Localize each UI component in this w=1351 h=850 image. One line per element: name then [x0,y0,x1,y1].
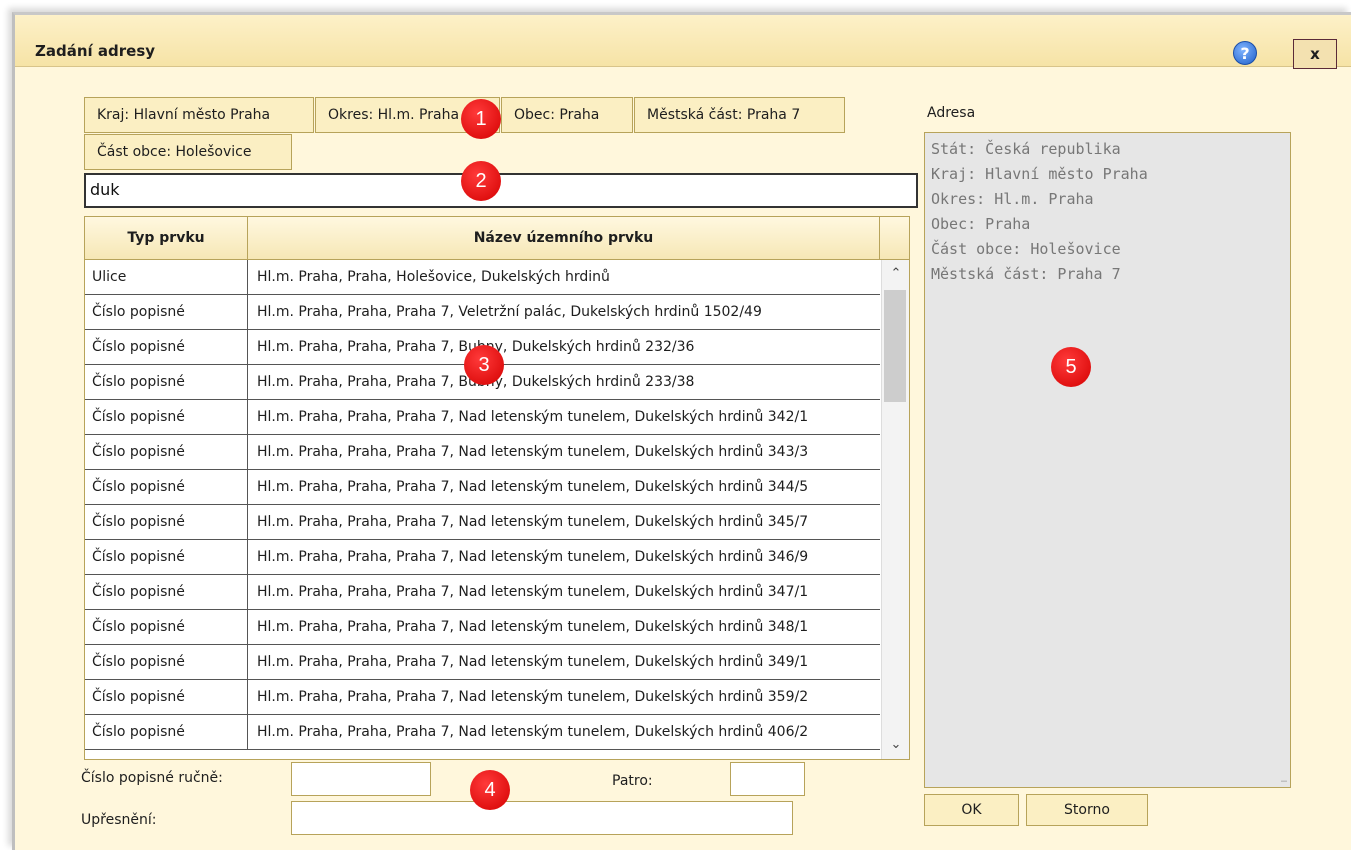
patro-input[interactable] [730,762,805,796]
cell-name: Hl.m. Praha, Praha, Praha 7, Bubny, Duke… [257,374,695,390]
filter-chip-kraj[interactable]: Kraj: Hlavní město Praha [84,97,314,133]
table-row[interactable]: Číslo popisné Hl.m. Praha, Praha, Praha 7… [85,610,880,645]
cell-type: Číslo popisné [85,610,248,644]
table-row[interactable]: Ulice Hl.m. Praha, Praha, Holešovice, Duk… [85,260,880,295]
callout-marker: 5 [1051,347,1091,387]
address-label: Adresa [927,105,976,121]
table-row[interactable]: Číslo popisné Hl.m. Praha, Praha, Praha 7… [85,715,880,750]
table-row[interactable]: Číslo popisné Hl.m. Praha, Praha, Praha 7… [85,435,880,470]
search-input[interactable]: duk [84,173,918,208]
callout-marker: 3 [464,345,504,385]
scroll-up-icon[interactable]: ⌃ [882,262,909,286]
cell-name: Hl.m. Praha, Praha, Praha 7, Nad letensk… [257,584,809,600]
filter-chip-cast-obce[interactable]: Část obce: Holešovice [84,134,292,170]
cell-name: Hl.m. Praha, Praha, Praha 7, Nad letensk… [257,654,809,670]
cell-name: Hl.m. Praha, Praha, Praha 7, Veletržní p… [257,304,762,320]
callout-marker: 2 [461,161,501,201]
callout-marker: 1 [461,99,501,139]
results-grid: Typ prvku Název územního prvku Ulice Hl.m… [84,216,910,760]
cell-type: Číslo popisné [85,295,248,329]
address-preview: Stát: Česká republika Kraj: Hlavní město… [924,132,1291,788]
help-icon[interactable]: ? [1233,41,1257,65]
cell-type: Číslo popisné [85,505,248,539]
grid-rows: Ulice Hl.m. Praha, Praha, Holešovice, Duk… [85,260,880,750]
cell-name: Hl.m. Praha, Praha, Praha 7, Nad letensk… [257,689,809,705]
cell-name: Hl.m. Praha, Praha, Praha 7, Nad letensk… [257,619,809,635]
cell-type: Číslo popisné [85,330,248,364]
filter-chip-obec[interactable]: Obec: Praha [501,97,633,133]
cell-name: Hl.m. Praha, Praha, Praha 7, Nad letensk… [257,409,809,425]
cancel-button[interactable]: Storno [1026,794,1148,826]
table-row[interactable]: Číslo popisné Hl.m. Praha, Praha, Praha 7… [85,505,880,540]
table-row[interactable]: Číslo popisné Hl.m. Praha, Praha, Praha 7… [85,680,880,715]
column-header-name[interactable]: Název územního prvku [248,217,880,260]
address-line: Část obce: Holešovice [931,240,1121,258]
table-row[interactable]: Číslo popisné Hl.m. Praha, Praha, Praha 7… [85,470,880,505]
cell-name: Hl.m. Praha, Praha, Praha 7, Nad letensk… [257,444,809,460]
dialog-titlebar [15,15,1351,67]
cell-type: Číslo popisné [85,470,248,504]
address-line: Obec: Praha [931,215,1031,233]
cell-name: Hl.m. Praha, Praha, Praha 7, Nad letensk… [257,724,809,740]
cell-type: Číslo popisné [85,645,248,679]
table-row[interactable]: Číslo popisné Hl.m. Praha, Praha, Praha 7… [85,575,880,610]
address-line: Okres: Hl.m. Praha [931,190,1094,208]
address-line: Městská část: Praha 7 [931,265,1121,283]
cell-name: Hl.m. Praha, Praha, Praha 7, Nad letensk… [257,514,809,530]
cell-name: Hl.m. Praha, Praha, Praha 7, Bubny, Duke… [257,339,695,355]
cislo-popisne-label: Číslo popisné ručně: [81,770,223,786]
close-button[interactable]: x [1293,39,1337,69]
cell-type: Číslo popisné [85,400,248,434]
address-line: Stát: Česká republika [931,140,1121,158]
address-dialog: Zadání adresy ? x Kraj: Hlavní město Pra… [12,12,1351,850]
cislo-popisne-input[interactable] [291,762,431,796]
column-header-type[interactable]: Typ prvku [85,217,248,260]
cell-type: Číslo popisné [85,365,248,399]
table-row[interactable]: Číslo popisné Hl.m. Praha, Praha, Praha 7… [85,540,880,575]
ok-button[interactable]: OK [924,794,1019,826]
scroll-thumb[interactable] [884,290,906,402]
patro-label: Patro: [612,773,653,789]
cell-type: Číslo popisné [85,715,248,749]
dialog-title: Zadání adresy [35,42,156,60]
cell-name: Hl.m. Praha, Praha, Praha 7, Nad letensk… [257,479,809,495]
grid-header: Typ prvku Název územního prvku [85,217,909,260]
cell-type: Číslo popisné [85,435,248,469]
upresneni-input[interactable] [291,801,793,835]
cell-type: Číslo popisné [85,680,248,714]
cell-name: Hl.m. Praha, Praha, Praha 7, Nad letensk… [257,549,809,565]
table-row[interactable]: Číslo popisné Hl.m. Praha, Praha, Praha 7… [85,400,880,435]
cell-type: Číslo popisné [85,540,248,574]
table-row[interactable]: Číslo popisné Hl.m. Praha, Praha, Praha 7… [85,645,880,680]
address-line: Kraj: Hlavní město Praha [931,165,1148,183]
filter-chip-mestska-cast[interactable]: Městská část: Praha 7 [634,97,845,133]
grid-scrollbar[interactable]: ⌃ ⌄ [881,260,909,759]
callout-marker: 4 [470,770,510,810]
cell-type: Ulice [85,260,248,294]
upresneni-label: Upřesnění: [81,812,157,828]
cell-type: Číslo popisné [85,575,248,609]
scroll-down-icon[interactable]: ⌄ [882,733,909,757]
resize-grip-icon[interactable]: … [1281,774,1287,785]
cell-name: Hl.m. Praha, Praha, Holešovice, Dukelský… [257,269,610,285]
table-row[interactable]: Číslo popisné Hl.m. Praha, Praha, Praha 7… [85,295,880,330]
